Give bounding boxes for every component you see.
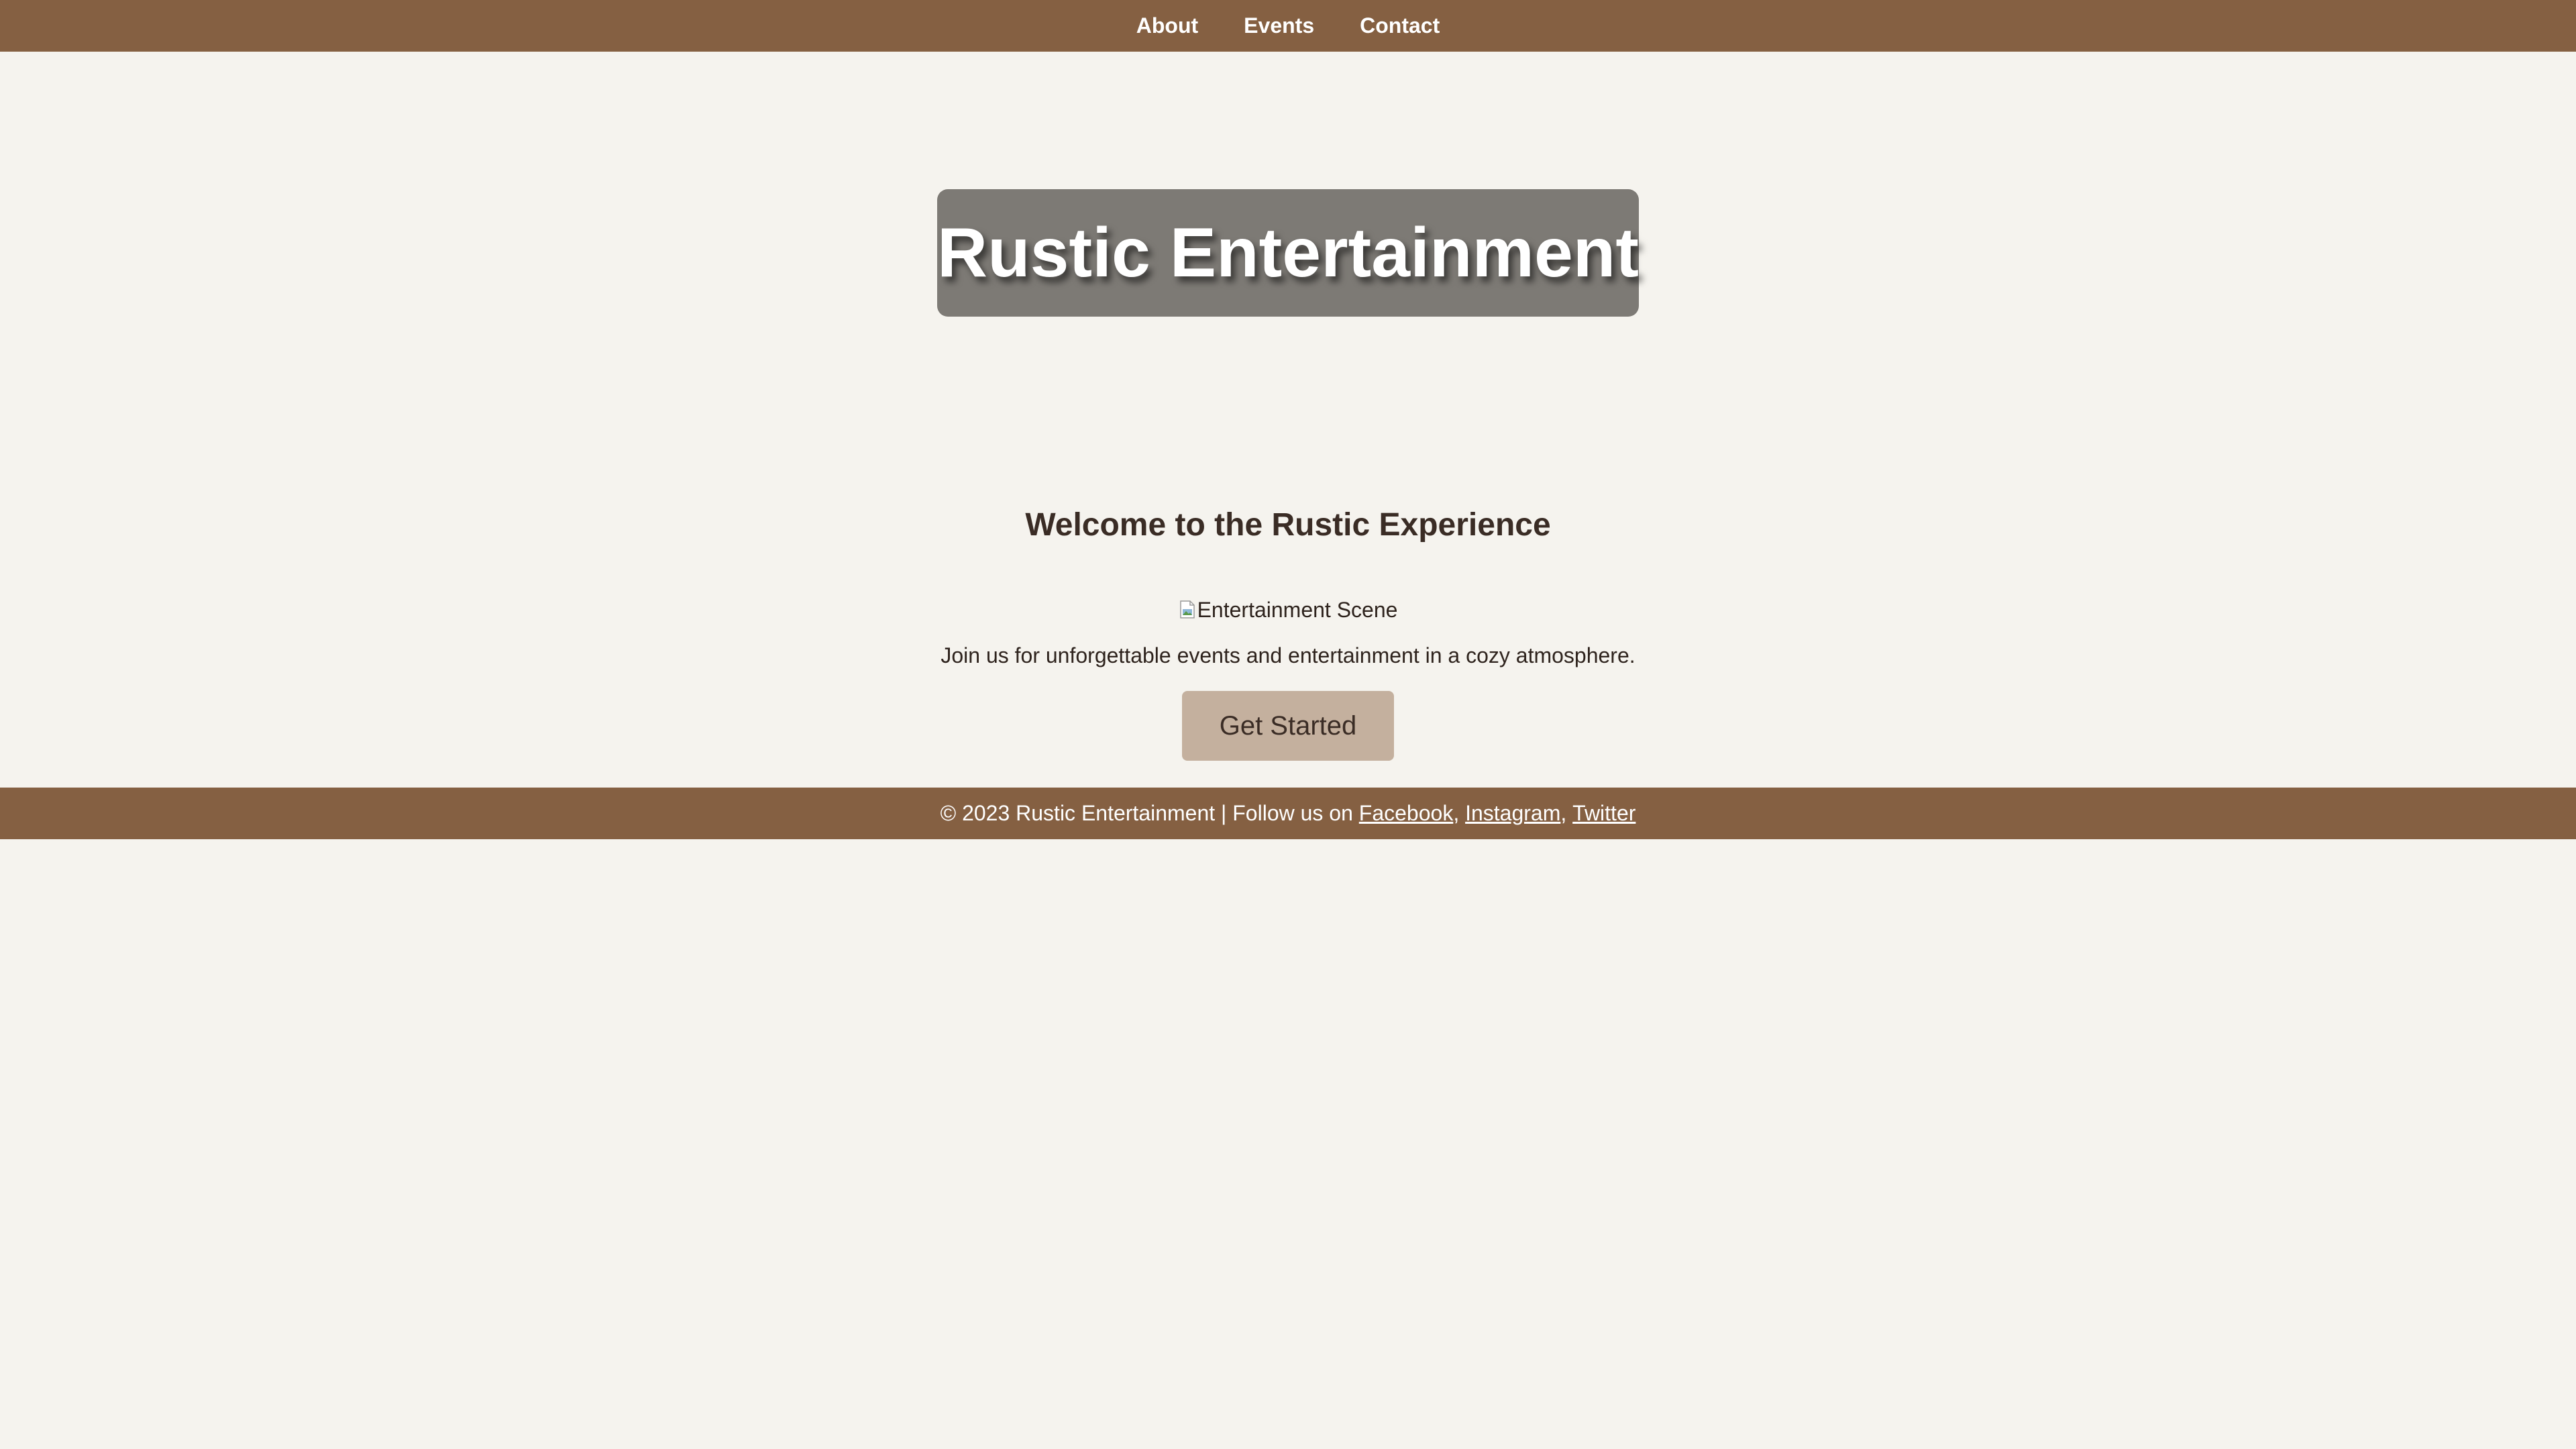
- footer: © 2023 Rustic Entertainment | Follow us …: [0, 788, 2576, 839]
- footer-copyright: © 2023 Rustic Entertainment | Follow us …: [940, 801, 1359, 825]
- footer-separator: ,: [1560, 801, 1573, 825]
- intro-text: Join us for unforgettable events and ent…: [941, 643, 1635, 667]
- welcome-heading: Welcome to the Rustic Experience: [1025, 507, 1551, 543]
- image-alt-text: Entertainment Scene: [1197, 598, 1398, 622]
- page: About Events Contact Rustic Entertainmen…: [0, 0, 2576, 1449]
- nav-link-events[interactable]: Events: [1244, 0, 1314, 52]
- hero-title: Rustic Entertainment: [937, 213, 1639, 292]
- footer-link-facebook[interactable]: Facebook: [1359, 801, 1454, 826]
- footer-link-instagram[interactable]: Instagram: [1465, 801, 1560, 826]
- broken-image-icon: [1179, 600, 1195, 619]
- nav-link-contact[interactable]: Contact: [1360, 0, 1440, 52]
- footer-link-twitter[interactable]: Twitter: [1572, 801, 1635, 826]
- nav-link-about[interactable]: About: [1136, 0, 1198, 52]
- footer-separator: ,: [1453, 801, 1466, 825]
- get-started-button[interactable]: Get Started: [1182, 691, 1394, 761]
- hero-banner: Rustic Entertainment: [937, 189, 1639, 317]
- top-navigation: About Events Contact: [0, 0, 2576, 52]
- entertainment-image: Entertainment Scene: [0, 594, 2576, 625]
